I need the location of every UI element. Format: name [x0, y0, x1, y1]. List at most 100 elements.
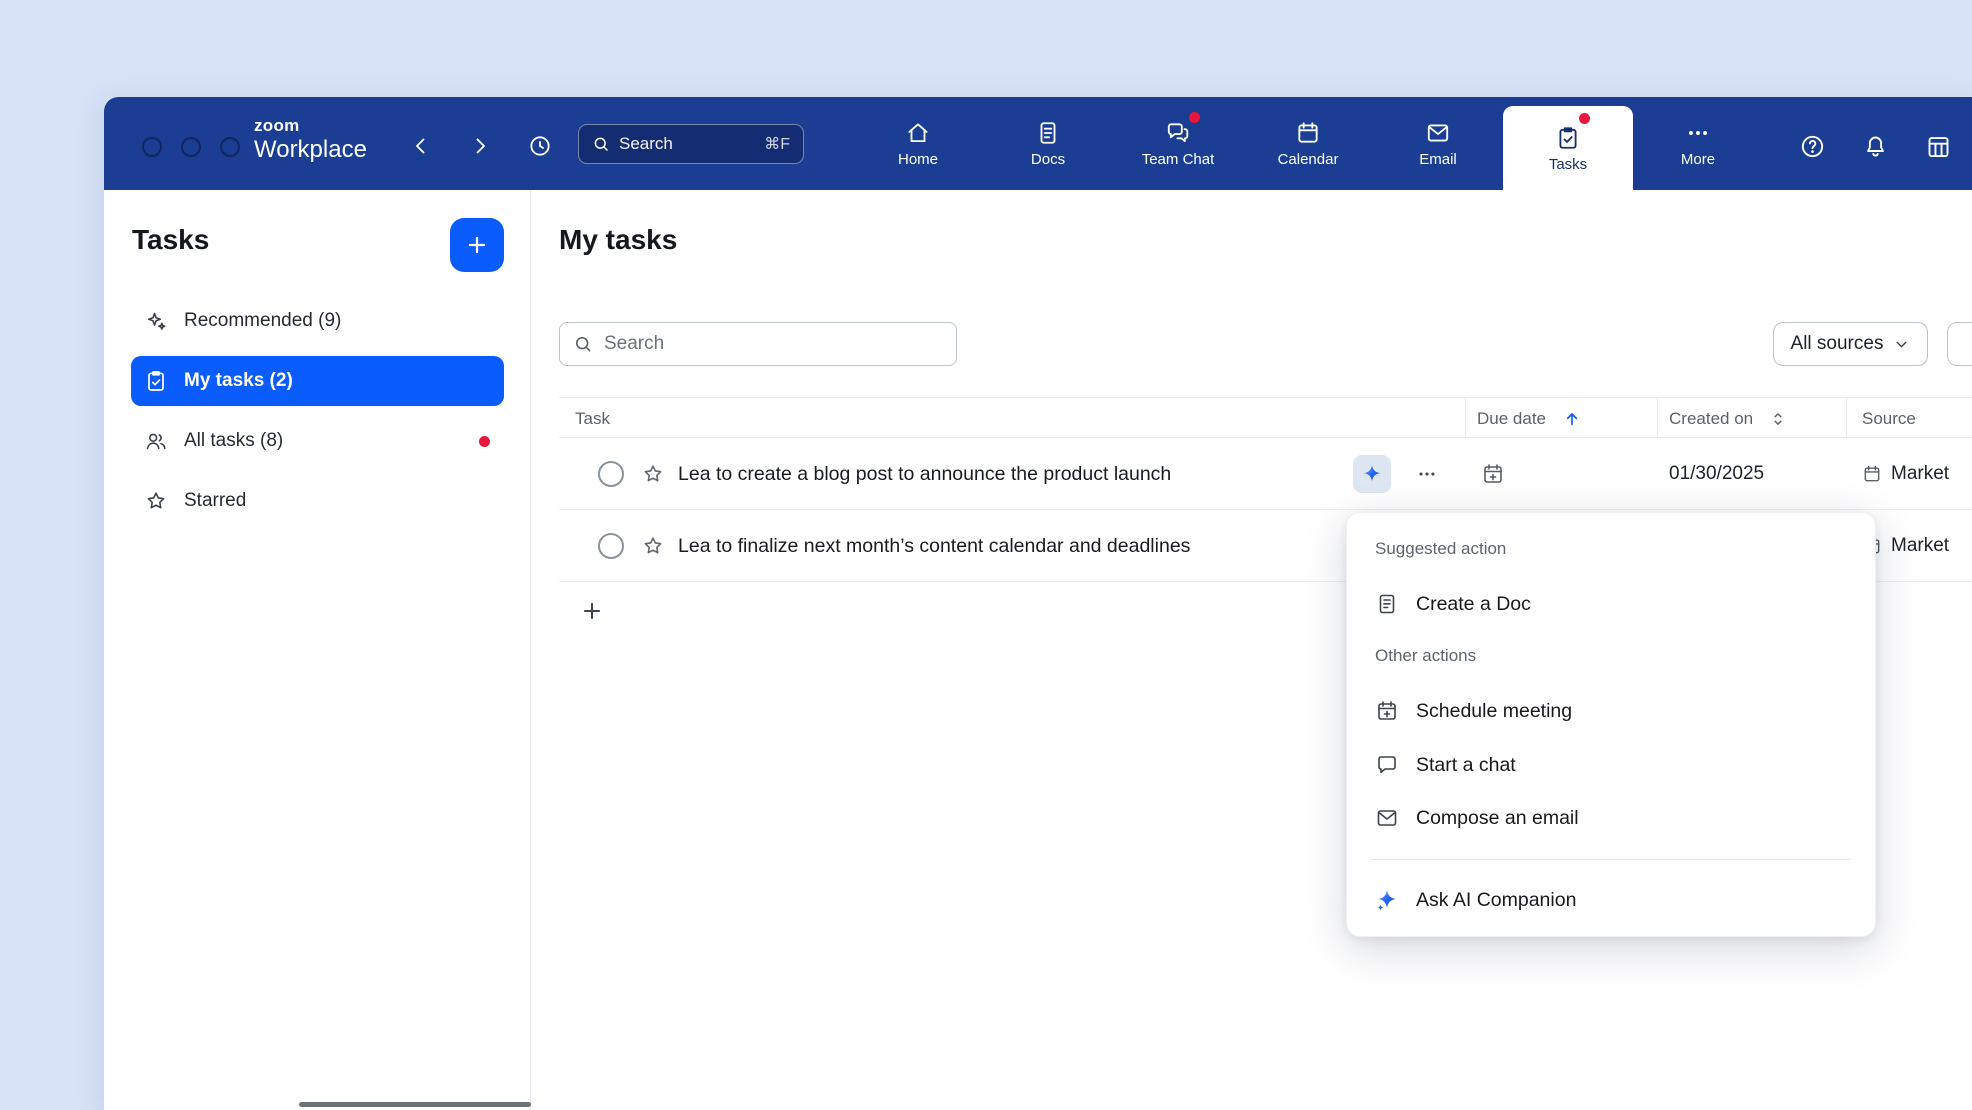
- task-row[interactable]: Lea to create a blog post to announce th…: [559, 438, 1972, 510]
- people-icon: [144, 429, 168, 453]
- table-header: Task Due date Created on Source: [559, 397, 1972, 438]
- nav-docs[interactable]: Docs: [983, 97, 1113, 190]
- menu-item-label: Create a Doc: [1416, 593, 1531, 616]
- menu-item-schedule-meeting[interactable]: Schedule meeting: [1355, 684, 1867, 738]
- set-due-date-button[interactable]: [1481, 462, 1505, 486]
- nav-label: Docs: [1031, 152, 1065, 167]
- sidebar-item-recommended[interactable]: Recommended (9): [131, 296, 504, 346]
- menu-item-compose-email[interactable]: Compose an email: [1355, 791, 1867, 845]
- chevron-right-icon: [468, 134, 492, 158]
- calendar-plus-icon: [1375, 699, 1399, 723]
- column-label: Due date: [1477, 409, 1546, 429]
- sources-filter-label: All sources: [1791, 333, 1884, 355]
- chevron-down-icon: [1893, 336, 1910, 353]
- email-icon: [1425, 120, 1451, 146]
- calendar-grid-icon: [1925, 133, 1952, 160]
- nav-label: Email: [1419, 152, 1457, 167]
- horizontal-scrollbar-thumb[interactable]: [299, 1102, 531, 1107]
- column-label: Created on: [1669, 409, 1753, 429]
- column-due-date[interactable]: Due date: [1477, 398, 1582, 439]
- workplace-label: Workplace: [254, 135, 367, 165]
- menu-divider: [1371, 859, 1851, 860]
- window-zoom-button[interactable]: [220, 137, 240, 157]
- nav-label: Team Chat: [1142, 152, 1215, 167]
- sidebar-item-label: Recommended (9): [184, 310, 341, 332]
- column-created-on[interactable]: Created on: [1669, 398, 1787, 439]
- star-icon[interactable]: [641, 534, 665, 558]
- back-button[interactable]: [403, 128, 439, 164]
- sort-both-icon: [1769, 410, 1787, 428]
- nav-calendar[interactable]: Calendar: [1243, 97, 1373, 190]
- menu-item-ask-ai-companion[interactable]: Ask AI Companion: [1355, 873, 1867, 927]
- star-icon[interactable]: [641, 462, 665, 486]
- nav-label: Tasks: [1549, 157, 1587, 172]
- sidebar-item-label: Starred: [184, 490, 246, 512]
- window-minimize-button[interactable]: [181, 137, 201, 157]
- sidebar: Tasks Recommended (9) My tasks (2): [104, 190, 531, 1110]
- nav-email[interactable]: Email: [1373, 97, 1503, 190]
- task-checkbox[interactable]: [598, 461, 624, 487]
- chevron-left-icon: [409, 134, 433, 158]
- source-value: Market: [1891, 510, 1949, 582]
- menu-item-create-doc[interactable]: Create a Doc: [1355, 577, 1867, 631]
- sidebar-item-starred[interactable]: Starred: [131, 476, 504, 526]
- main-content: My tasks All sources Task Due date: [531, 190, 1972, 1110]
- ai-companion-button[interactable]: [1353, 455, 1391, 493]
- tasks-icon: [1555, 125, 1581, 151]
- brand: zoom Workplace: [254, 116, 367, 165]
- nav-tasks[interactable]: Tasks: [1503, 106, 1633, 190]
- add-task-row-button[interactable]: [579, 598, 605, 624]
- star-icon: [144, 489, 168, 513]
- chat-bubble-icon: [1375, 753, 1399, 777]
- new-task-button[interactable]: [450, 218, 504, 272]
- sidebar-item-all-tasks[interactable]: All tasks (8): [131, 416, 504, 466]
- search-icon: [592, 135, 610, 153]
- column-task: Task: [575, 398, 610, 439]
- calendar-panel-button[interactable]: [1920, 128, 1956, 164]
- bell-icon: [1862, 133, 1889, 160]
- task-checkbox[interactable]: [598, 533, 624, 559]
- docs-icon: [1035, 120, 1061, 146]
- nav-team-chat[interactable]: Team Chat: [1113, 97, 1243, 190]
- menu-item-label: Schedule meeting: [1416, 700, 1572, 723]
- menu-item-label: Ask AI Companion: [1416, 889, 1576, 912]
- envelope-icon: [1375, 806, 1399, 830]
- sidebar-list: Recommended (9) My tasks (2) All tasks (…: [131, 296, 504, 536]
- sources-filter-button[interactable]: All sources: [1773, 322, 1928, 366]
- window-close-button[interactable]: [142, 137, 162, 157]
- task-title: Lea to finalize next month’s content cal…: [678, 510, 1190, 582]
- plus-icon: [464, 232, 490, 258]
- clipped-toolbar-button[interactable]: [1947, 322, 1972, 366]
- more-icon: [1685, 120, 1711, 146]
- history-button[interactable]: [522, 128, 558, 164]
- sidebar-item-label: All tasks (8): [184, 430, 283, 452]
- column-label: Source: [1862, 409, 1916, 429]
- global-search[interactable]: Search ⌘F: [578, 124, 804, 164]
- history-icon: [527, 133, 553, 159]
- source-calendar-icon: [1862, 464, 1882, 484]
- doc-icon: [1375, 592, 1399, 616]
- search-label: Search: [619, 134, 673, 154]
- notifications-button[interactable]: [1857, 128, 1893, 164]
- menu-item-label: Compose an email: [1416, 807, 1579, 830]
- sparkles-icon: [144, 309, 168, 333]
- nav-label: Home: [898, 152, 938, 167]
- task-title: Lea to create a blog post to announce th…: [678, 438, 1171, 510]
- ai-actions-menu: Suggested action Create a Doc Other acti…: [1346, 512, 1876, 937]
- notification-dot: [1579, 113, 1590, 124]
- help-button[interactable]: [1794, 128, 1830, 164]
- source-value: Market: [1891, 438, 1949, 510]
- column-label: Task: [575, 409, 610, 429]
- nav-home[interactable]: Home: [853, 97, 983, 190]
- nav-more[interactable]: More: [1633, 97, 1763, 190]
- search-shortcut: ⌘F: [764, 134, 790, 154]
- sidebar-item-my-tasks[interactable]: My tasks (2): [131, 356, 504, 406]
- task-search: [559, 322, 957, 366]
- more-actions-button[interactable]: [1409, 456, 1445, 492]
- menu-item-start-chat[interactable]: Start a chat: [1355, 738, 1867, 792]
- help-icon: [1799, 133, 1826, 160]
- app-window: zoom Workplace Search ⌘F: [104, 97, 1972, 1110]
- zoom-logo: zoom: [254, 116, 367, 135]
- forward-button[interactable]: [462, 128, 498, 164]
- search-input[interactable]: [559, 322, 957, 366]
